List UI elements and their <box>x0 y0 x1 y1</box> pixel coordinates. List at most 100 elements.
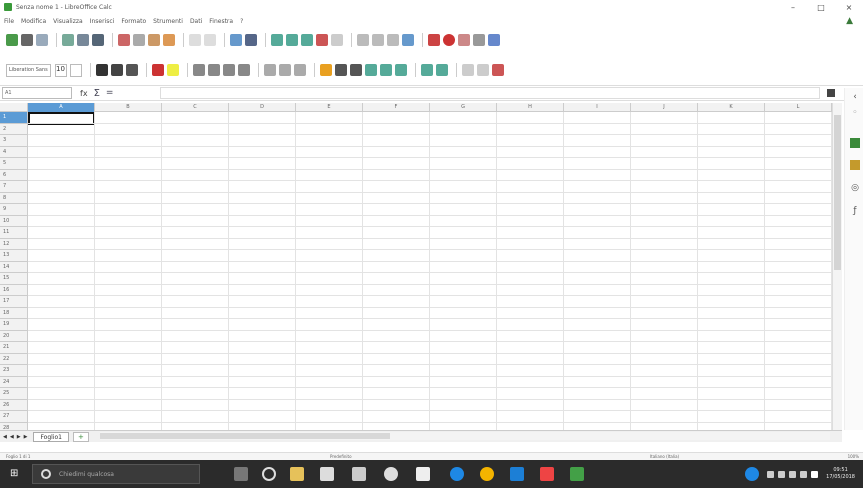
volume-icon[interactable] <box>789 470 797 478</box>
menu-format[interactable]: Formato <box>121 18 146 25</box>
column-header-g[interactable]: G <box>430 103 497 112</box>
font-name-box[interactable]: Liberation Sans <box>6 63 51 77</box>
border-style-icon[interactable] <box>436 64 448 76</box>
export-pdf-icon[interactable] <box>62 34 74 46</box>
row-header-4[interactable]: 4 <box>0 146 28 158</box>
last-sheet-button[interactable]: ▶ <box>24 434 28 440</box>
microphone-icon[interactable] <box>234 467 248 481</box>
comment-icon[interactable] <box>458 34 470 46</box>
chrome-icon[interactable] <box>480 467 494 481</box>
help-icon[interactable] <box>745 467 760 481</box>
column-header-d[interactable]: D <box>229 103 296 112</box>
row-header-28[interactable]: 28 <box>0 422 28 430</box>
row-header-24[interactable]: 24 <box>0 376 28 388</box>
row-header-22[interactable]: 22 <box>0 353 28 365</box>
row-header-3[interactable]: 3 <box>0 135 28 147</box>
row-header-2[interactable]: 2 <box>0 123 28 135</box>
insert-rows-icon[interactable] <box>301 34 313 46</box>
add-sheet-button[interactable]: + <box>72 431 89 442</box>
column-header-i[interactable]: I <box>564 103 631 112</box>
function-wizard-icon[interactable]: fx <box>80 89 88 98</box>
save-icon[interactable] <box>36 34 48 46</box>
font-size-box[interactable]: 10 <box>55 63 67 77</box>
zoom-level[interactable]: 100% <box>848 454 859 459</box>
image-icon[interactable] <box>428 34 440 46</box>
column-header-c[interactable]: C <box>162 103 229 112</box>
file-explorer-icon[interactable] <box>290 467 304 481</box>
row-header-1[interactable]: 1 <box>0 112 28 124</box>
row-header-9[interactable]: 9 <box>0 204 28 216</box>
currency-icon[interactable] <box>320 64 332 76</box>
close-button[interactable]: × <box>835 0 863 14</box>
notification-icon[interactable] <box>811 470 819 478</box>
document-icon[interactable] <box>416 467 430 481</box>
properties-icon[interactable]: ◦ <box>850 108 860 118</box>
font-color-icon[interactable] <box>152 64 164 76</box>
sum-icon[interactable]: Σ <box>94 88 100 99</box>
chart-icon[interactable] <box>387 34 399 46</box>
row-header-8[interactable]: 8 <box>0 192 28 204</box>
spreadsheet-grid[interactable]: ABCDEFGHIJKL 1 2 3 4 5 6 7 8 9 10 11 12 13 14 15 16 17 18… <box>0 103 832 430</box>
delete-rows-icon[interactable] <box>316 34 328 46</box>
column-icon[interactable] <box>286 34 298 46</box>
expand-formula-bar-icon[interactable] <box>827 89 835 97</box>
edge-icon[interactable] <box>450 467 464 481</box>
row-header-20[interactable]: 20 <box>0 330 28 342</box>
row-header-14[interactable]: 14 <box>0 261 28 273</box>
add-decimal-icon[interactable] <box>365 64 377 76</box>
pivot-icon[interactable] <box>402 34 414 46</box>
functions-icon[interactable]: ƒ <box>850 206 860 216</box>
store-icon[interactable] <box>320 467 334 481</box>
highlight-color-icon[interactable] <box>167 64 179 76</box>
language[interactable]: Italiano (Italia) <box>650 454 679 459</box>
row-header-18[interactable]: 18 <box>0 307 28 319</box>
row-header-27[interactable]: 27 <box>0 411 28 423</box>
menu-view[interactable]: Visualizza <box>53 18 83 25</box>
row-header-13[interactable]: 13 <box>0 250 28 262</box>
increase-indent-icon[interactable] <box>395 64 407 76</box>
hp-icon[interactable] <box>384 467 398 481</box>
print-preview-icon[interactable] <box>92 34 104 46</box>
acrobat-icon[interactable] <box>540 467 554 481</box>
open-icon[interactable] <box>21 34 33 46</box>
row-header-17[interactable]: 17 <box>0 296 28 308</box>
menu-window[interactable]: Finestra <box>209 18 233 25</box>
new-document-icon[interactable] <box>6 34 18 46</box>
redo-icon[interactable] <box>204 34 216 46</box>
autofilter-icon[interactable] <box>372 34 384 46</box>
taskbar-search-box[interactable]: Chiedimi qualcosa <box>32 464 200 484</box>
menu-edit[interactable]: Modifica <box>21 18 46 25</box>
column-header-b[interactable]: B <box>95 103 162 112</box>
delete-decimal-icon[interactable] <box>380 64 392 76</box>
column-header-k[interactable]: K <box>698 103 765 112</box>
navigator-icon[interactable]: ◎ <box>850 183 860 193</box>
sort-icon[interactable] <box>357 34 369 46</box>
italic-icon[interactable] <box>111 64 123 76</box>
row-header-19[interactable]: 19 <box>0 319 28 331</box>
row-header-6[interactable]: 6 <box>0 169 28 181</box>
row-header-25[interactable]: 25 <box>0 388 28 400</box>
print-icon[interactable] <box>77 34 89 46</box>
maximize-button[interactable]: □ <box>807 0 835 14</box>
network-icon[interactable] <box>778 470 786 478</box>
row-header-21[interactable]: 21 <box>0 342 28 354</box>
font-size-dropdown[interactable] <box>70 63 82 77</box>
menu-file[interactable]: File <box>4 18 14 25</box>
sidebar-collapse-icon[interactable]: ‹ <box>850 92 860 102</box>
sheet-tab[interactable]: Foglio1 <box>33 431 69 442</box>
first-sheet-button[interactable]: ◀ <box>3 434 7 440</box>
prev-sheet-button[interactable]: ◀ <box>10 434 14 440</box>
windows-start-icon[interactable]: ⊞ <box>10 469 20 479</box>
select-all-corner[interactable] <box>0 103 28 112</box>
row-header-7[interactable]: 7 <box>0 181 28 193</box>
row-icon[interactable] <box>271 34 283 46</box>
formula-input[interactable] <box>160 87 820 99</box>
align-left-icon[interactable] <box>193 64 205 76</box>
close-document-icon[interactable]: ▲ <box>846 16 853 26</box>
special-character-icon[interactable] <box>473 34 485 46</box>
column-header-h[interactable]: H <box>497 103 564 112</box>
cut-icon[interactable] <box>118 34 130 46</box>
row-header-16[interactable]: 16 <box>0 284 28 296</box>
wrap-text-icon[interactable] <box>238 64 250 76</box>
borders-icon[interactable] <box>421 64 433 76</box>
